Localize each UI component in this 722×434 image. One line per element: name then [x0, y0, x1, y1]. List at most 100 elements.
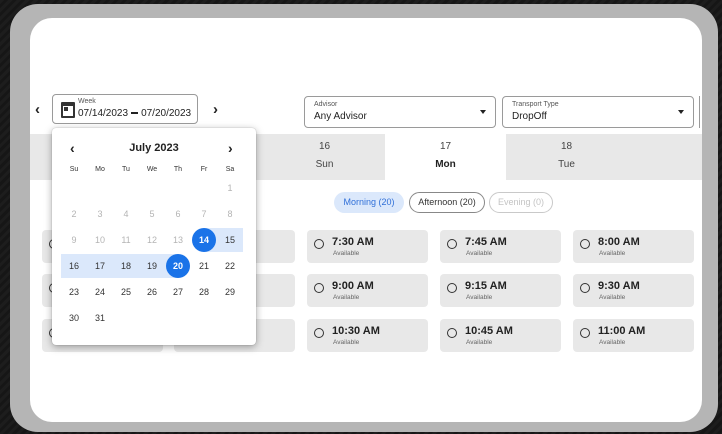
- calendar-day-disabled: 3: [97, 209, 103, 219]
- slot-time: 10:30 AM: [332, 325, 380, 337]
- calendar-icon: [61, 102, 75, 118]
- calendar-day[interactable]: 30: [61, 306, 87, 330]
- calendar-day[interactable]: 16: [61, 254, 87, 278]
- date-picker-popup: ‹ July 2023 › Su Mo Tu We Th Fr Sa 1 2 3 4 5 6 7 8 9 10…: [52, 128, 256, 345]
- day-name: Mon: [435, 159, 456, 170]
- calendar-day[interactable]: 22: [217, 254, 243, 278]
- slot-status: Available: [333, 339, 360, 346]
- calendar-day-disabled: 12: [146, 235, 157, 245]
- slot-status: Available: [599, 339, 626, 346]
- week-range: 07/14/2023 07/20/2023: [78, 108, 191, 119]
- weekday-label: Mo: [95, 166, 105, 173]
- day-tab-mon[interactable]: 17 Mon: [385, 134, 506, 180]
- calendar-day[interactable]: 15: [217, 228, 243, 252]
- calendar-day-disabled: 9: [71, 235, 77, 245]
- time-slot[interactable]: 11:00 AM Available: [573, 319, 694, 352]
- week-label: Week: [78, 98, 96, 105]
- morning-filter-chip[interactable]: Morning (20): [334, 192, 404, 213]
- slot-time: 9:30 AM: [598, 280, 640, 292]
- radio-icon: [447, 328, 457, 338]
- time-slot[interactable]: 9:15 AM Available: [440, 274, 561, 307]
- transport-label: Transport Type: [512, 101, 559, 108]
- calendar-day-disabled: 11: [121, 235, 131, 245]
- chevron-down-icon: [678, 110, 684, 114]
- chevron-down-icon: [480, 110, 486, 114]
- calendar-day-disabled: 1: [227, 183, 233, 193]
- afternoon-filter-chip[interactable]: Afternoon (20): [409, 192, 485, 213]
- next-week-button[interactable]: ›: [213, 102, 218, 118]
- time-slot[interactable]: 7:30 AM Available: [307, 230, 428, 263]
- calendar-day-range-end[interactable]: 20: [165, 254, 191, 278]
- next-month-button[interactable]: ›: [228, 141, 233, 155]
- radio-icon: [447, 283, 457, 293]
- calendar-day-disabled: 2: [71, 209, 77, 219]
- week-start: 07/14/2023: [78, 108, 129, 119]
- calendar-day[interactable]: 31: [87, 306, 113, 330]
- time-slot[interactable]: 7:45 AM Available: [440, 230, 561, 263]
- day-number: 16: [318, 141, 331, 152]
- slot-time: 10:45 AM: [465, 325, 513, 337]
- transport-value: DropOff: [512, 111, 547, 122]
- slot-status: Available: [599, 294, 626, 301]
- calendar-day[interactable]: 17: [87, 254, 113, 278]
- calendar-month-title: July 2023: [129, 142, 179, 154]
- calendar-day[interactable]: 18: [113, 254, 139, 278]
- slot-status: Available: [333, 294, 360, 301]
- calendar-day-range-start[interactable]: 14: [191, 228, 217, 252]
- calendar-day[interactable]: 23: [61, 280, 87, 304]
- radio-icon: [314, 328, 324, 338]
- day-tab-sun[interactable]: 16 Sun: [264, 134, 385, 180]
- weekday-label: Fr: [200, 166, 208, 173]
- radio-icon: [580, 283, 590, 293]
- advisor-value: Any Advisor: [314, 111, 367, 122]
- calendar-day[interactable]: 27: [165, 280, 191, 304]
- slot-status: Available: [466, 294, 493, 301]
- calendar-day[interactable]: 26: [139, 280, 165, 304]
- calendar-day[interactable]: 29: [217, 280, 243, 304]
- time-slot[interactable]: 8:00 AM Available: [573, 230, 694, 263]
- calendar-day-disabled: 4: [123, 209, 129, 219]
- week-end: 07/20/2023: [141, 108, 192, 119]
- calendar-day[interactable]: 28: [191, 280, 217, 304]
- weekday-label: Tu: [122, 166, 130, 173]
- day-name: Tue: [558, 159, 575, 170]
- calendar-day[interactable]: 25: [113, 280, 139, 304]
- time-slot[interactable]: 10:30 AM Available: [307, 319, 428, 352]
- slot-time: 9:15 AM: [465, 280, 507, 292]
- slot-time: 11:00 AM: [598, 325, 646, 337]
- day-tab-tue[interactable]: 18 Tue: [506, 134, 627, 180]
- slot-time: 7:45 AM: [465, 236, 507, 248]
- radio-icon: [580, 239, 590, 249]
- radio-icon: [580, 328, 590, 338]
- calendar-day[interactable]: 21: [191, 254, 217, 278]
- slot-time: 8:00 AM: [598, 236, 640, 248]
- time-slot[interactable]: 10:45 AM Available: [440, 319, 561, 352]
- calendar-day-disabled: 10: [94, 235, 105, 245]
- week-picker-field[interactable]: Week 07/14/2023 07/20/2023: [52, 94, 198, 124]
- slot-status: Available: [599, 250, 626, 257]
- calendar-day-disabled: 8: [227, 209, 233, 219]
- slot-status: Available: [333, 250, 360, 257]
- transport-type-select[interactable]: Transport Type DropOff: [502, 96, 694, 128]
- prev-week-button[interactable]: ‹: [35, 102, 40, 118]
- calendar-day-disabled: 7: [201, 209, 207, 219]
- weekday-label: Th: [173, 166, 183, 173]
- radio-icon: [314, 239, 324, 249]
- weekday-label: Su: [69, 166, 79, 173]
- advisor-select[interactable]: Advisor Any Advisor: [304, 96, 496, 128]
- calendar-day-disabled: 13: [172, 235, 183, 245]
- calendar-day-disabled: 6: [175, 209, 181, 219]
- advisor-label: Advisor: [314, 101, 338, 108]
- calendar-day[interactable]: 24: [87, 280, 113, 304]
- next-field-edge: [699, 96, 702, 128]
- slot-time: 7:30 AM: [332, 236, 374, 248]
- time-slot[interactable]: 9:30 AM Available: [573, 274, 694, 307]
- range-dash: [131, 112, 139, 115]
- slot-time: 9:00 AM: [332, 280, 374, 292]
- time-slot[interactable]: 9:00 AM Available: [307, 274, 428, 307]
- slot-status: Available: [466, 250, 493, 257]
- calendar-day[interactable]: 19: [139, 254, 165, 278]
- weekday-label: We: [146, 166, 158, 173]
- day-number: 18: [560, 141, 573, 152]
- evening-filter-chip[interactable]: Evening (0): [489, 192, 553, 213]
